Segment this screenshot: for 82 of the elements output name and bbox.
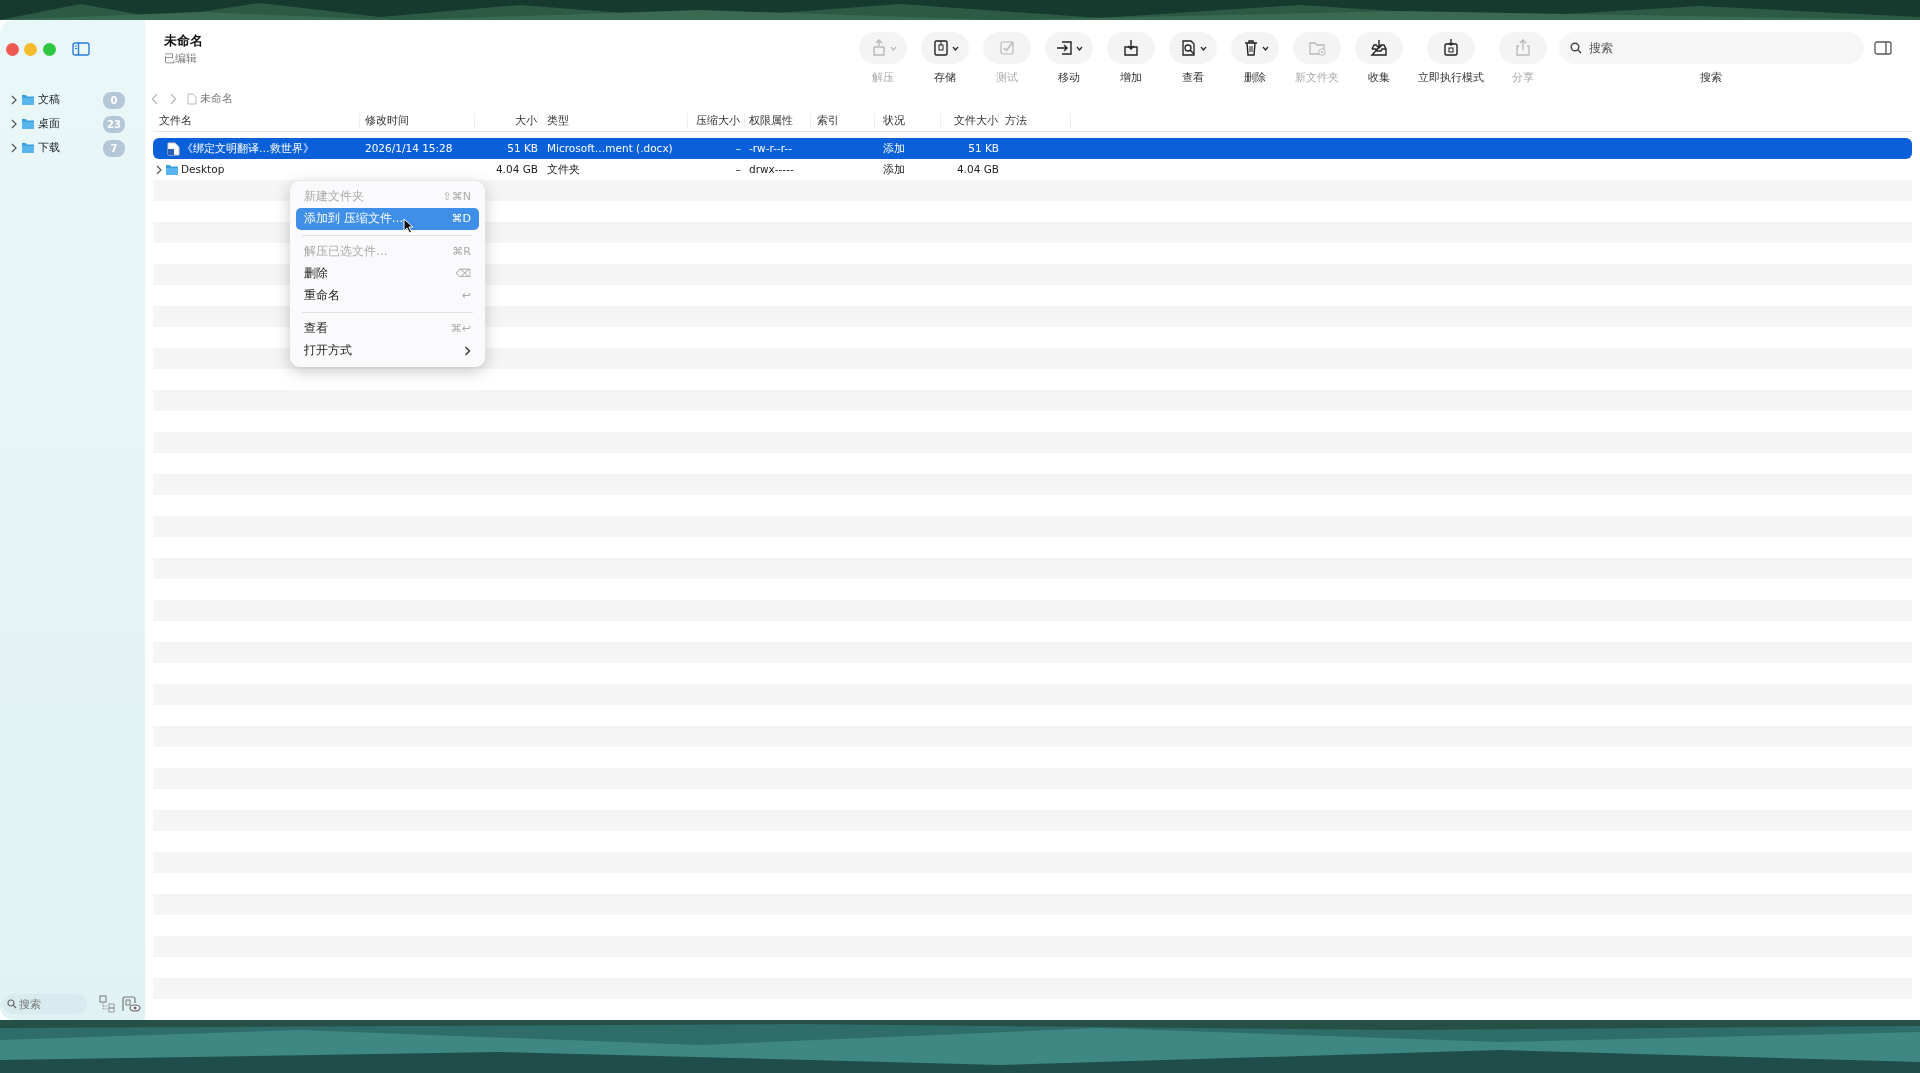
- caret-icon: [889, 45, 897, 51]
- table-cell-text: 添加: [882, 161, 906, 177]
- document-icon: [187, 93, 197, 105]
- toolbar-button[interactable]: 查看: [1163, 32, 1223, 86]
- column-header[interactable]: 压缩大小: [688, 112, 745, 129]
- folder-icon: [20, 118, 35, 130]
- column-header[interactable]: 权限属性: [745, 112, 811, 129]
- table-cell-text: -rw-r--r--: [748, 140, 793, 156]
- tree-view-icon[interactable]: [97, 995, 116, 1013]
- breadcrumb-item[interactable]: 未命名: [199, 90, 233, 108]
- table-cell-text: drwx-----: [748, 161, 795, 177]
- table-cell-text: Microsoft…ment (.docx): [546, 140, 674, 156]
- caret-icon: [1075, 45, 1083, 51]
- table-cell-text: 添加: [882, 140, 906, 156]
- disclosure-icon[interactable]: [10, 119, 18, 129]
- toolbar-button[interactable]: 增加: [1101, 32, 1161, 86]
- table-cell-text: –: [734, 140, 742, 156]
- table-cell-text: 51 KB: [967, 140, 999, 156]
- disclosure-icon[interactable]: [10, 95, 18, 105]
- disclosure-icon[interactable]: [10, 143, 18, 153]
- mouse-pointer-icon: [403, 218, 414, 234]
- toolbar-button[interactable]: 存储: [915, 32, 975, 86]
- table-row[interactable]: 《绑定文明翻译…救世界》 2026/1/14 15:28 51 KB Microsoft…ment (.docx) – -rw-r--r-- 添加 51 KB: [153, 138, 1912, 159]
- menu-item[interactable]: 删除 ⌫: [296, 263, 479, 285]
- archive-icon: [931, 39, 950, 57]
- folder-icon: [20, 142, 35, 154]
- search-label: 搜索: [1700, 70, 1722, 85]
- caret-icon: [951, 45, 959, 51]
- table-cell-text: 2026/1/14 15:28: [364, 140, 454, 156]
- close-button[interactable]: [5, 42, 19, 56]
- caret-icon: [1261, 45, 1269, 51]
- toolbar-button[interactable]: 立即执行模式: [1411, 32, 1491, 86]
- move-into-icon: [1055, 39, 1074, 57]
- table-cell-text: 51 KB: [506, 140, 538, 156]
- count-badge: 23: [103, 115, 125, 133]
- file-name[interactable]: 《绑定文明翻译…救世界》: [182, 140, 314, 157]
- sidebar-toggle-icon[interactable]: [72, 42, 90, 56]
- toolbar-button[interactable]: 移动: [1039, 32, 1099, 86]
- table-cell-text: –: [734, 161, 742, 177]
- inspector-toggle-icon[interactable]: [1873, 41, 1892, 55]
- sidebar-item[interactable]: 文稿 0: [0, 88, 145, 112]
- menu-item[interactable]: 查看 ⌘↩: [296, 318, 479, 340]
- file-name[interactable]: Desktop: [181, 161, 225, 178]
- menu-item[interactable]: 重命名 ↩: [296, 285, 479, 307]
- search-field[interactable]: 搜索: [1558, 32, 1864, 64]
- inbox-download-icon: [1370, 39, 1388, 57]
- menu-item[interactable]: 打开方式: [296, 340, 479, 362]
- table-cell-text: 文件夹: [546, 161, 581, 177]
- column-header[interactable]: 状况: [875, 112, 941, 129]
- table-cell-text: 4.04 GB: [955, 161, 999, 177]
- table-cell-text: 4.04 GB: [494, 161, 538, 177]
- sidebar-item[interactable]: 桌面 23: [0, 112, 145, 136]
- column-header[interactable]: 修改时间: [360, 112, 475, 129]
- magnifier-document-icon: [1179, 39, 1198, 57]
- table-row[interactable]: Desktop 4.04 GB 文件夹 – drwx----- 添加 4.04 GB: [153, 159, 1912, 180]
- column-header[interactable]: 文件名: [153, 112, 360, 129]
- chevron-right-icon: [464, 346, 471, 356]
- checkbox-icon: [998, 39, 1016, 57]
- toolbar-button[interactable]: 删除: [1225, 32, 1285, 86]
- toolbar-button[interactable]: 收集: [1349, 32, 1409, 86]
- document-icon: [167, 141, 180, 156]
- disclosure-icon[interactable]: [155, 164, 163, 175]
- folder-plus-icon: [1308, 39, 1326, 57]
- column-header[interactable]: 大小: [475, 112, 538, 129]
- window-subtitle: 已编辑: [164, 50, 198, 66]
- zoom-button[interactable]: [42, 42, 56, 56]
- column-header[interactable]: 索引: [811, 112, 875, 129]
- count-badge: 7: [103, 139, 125, 157]
- archive-download-icon: [1442, 39, 1460, 57]
- share-icon: [1514, 39, 1532, 57]
- caret-icon: [1199, 45, 1207, 51]
- folder-icon: [20, 94, 35, 106]
- sidebar-item[interactable]: 下载 7: [0, 136, 145, 160]
- preview-icon[interactable]: [121, 995, 142, 1013]
- count-badge: 0: [103, 91, 125, 109]
- window-title: 未命名: [164, 32, 204, 50]
- column-header[interactable]: 方法: [999, 112, 1071, 129]
- box-down-icon: [1122, 39, 1140, 57]
- search-field[interactable]: 搜索: [2, 994, 87, 1014]
- column-header[interactable]: 类型: [538, 112, 688, 129]
- folder-icon: [165, 163, 179, 176]
- column-header[interactable]: 文件大小: [941, 112, 999, 129]
